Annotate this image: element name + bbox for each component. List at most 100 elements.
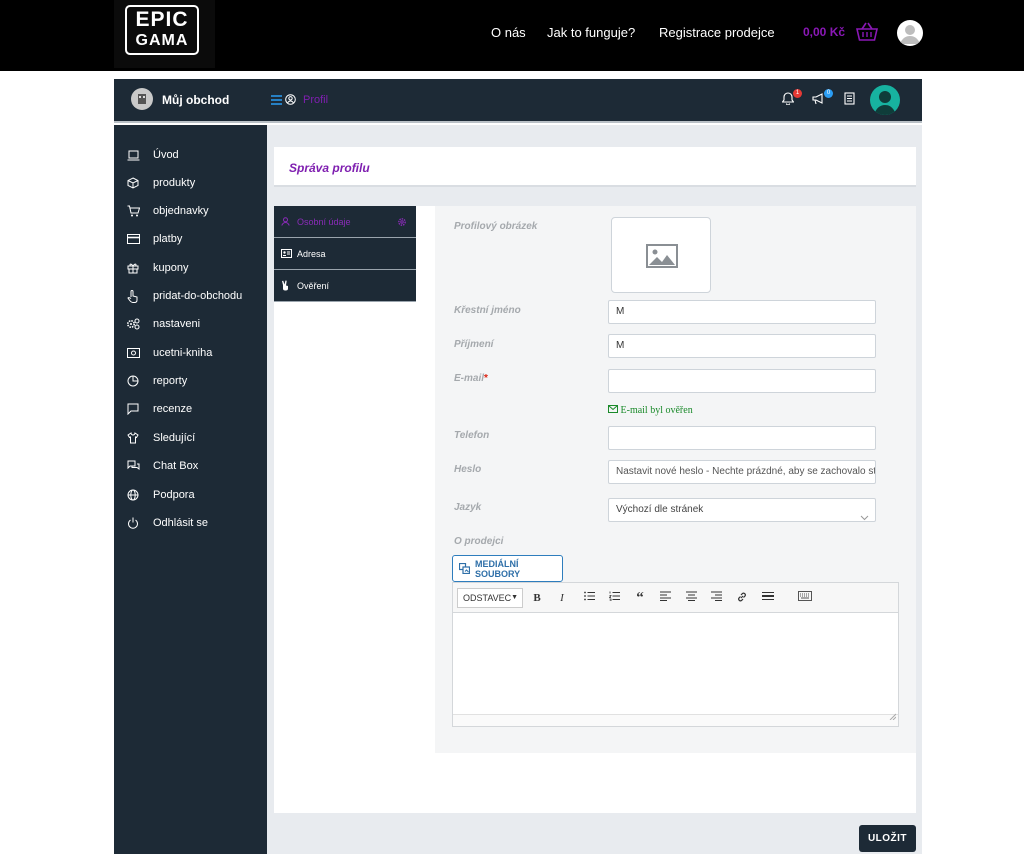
site-logo[interactable]: EPIC GAMA <box>125 5 199 55</box>
sidebar-item-coupons[interactable]: kupony <box>125 260 188 276</box>
basket-icon[interactable] <box>855 22 879 47</box>
phone-field[interactable] <box>608 426 876 450</box>
profile-image-label: Profilový obrázek <box>454 221 538 232</box>
sidebar-item-label: platby <box>153 233 183 245</box>
chat-icon <box>125 458 141 474</box>
bold-icon[interactable]: B <box>530 591 544 605</box>
site-topbar: EPIC GAMA O nás Jak to funguje? Registra… <box>0 0 1024 71</box>
bullet-list-icon[interactable] <box>582 591 596 605</box>
sidebar-item-label: objednavky <box>153 205 209 217</box>
sidebar-item-logout[interactable]: Odhlásit se <box>125 515 208 531</box>
resize-handle-icon[interactable] <box>889 707 897 725</box>
align-left-icon[interactable] <box>658 591 672 605</box>
announcement-badge: 0 <box>824 89 833 98</box>
globe-icon <box>125 487 141 503</box>
password-label: Heslo <box>454 464 482 475</box>
blockquote-icon[interactable]: “ <box>633 591 647 606</box>
phone-label: Telefon <box>454 430 490 441</box>
gift-icon <box>125 260 141 276</box>
shirt-icon <box>125 430 141 446</box>
link-icon[interactable] <box>735 591 749 605</box>
editor-statusbar <box>453 713 898 726</box>
tab-label: Adresa <box>297 248 326 259</box>
paragraph-format-select[interactable]: ODSTAVEC ▼ <box>457 588 523 608</box>
sidebar-item-home[interactable]: Úvod <box>125 147 179 163</box>
sidebar-item-chat-box[interactable]: Chat Box <box>125 458 198 474</box>
shop-avatar[interactable] <box>131 88 153 110</box>
profile-image-upload[interactable] <box>611 217 711 293</box>
hand-pointer-icon <box>125 288 141 304</box>
sidebar-item-products[interactable]: produkty <box>125 175 195 191</box>
image-placeholder-icon <box>646 244 678 273</box>
cart-total[interactable]: 0,00 Kč <box>803 25 845 39</box>
nav-link-about[interactable]: O nás <box>491 25 526 40</box>
about-seller-label: O prodejci <box>454 536 504 547</box>
nav-link-seller-registration[interactable]: Registrace prodejce <box>659 25 775 40</box>
comment-icon <box>125 401 141 417</box>
paragraph-format-value: ODSTAVEC <box>463 593 512 603</box>
language-select[interactable]: Výchozí dle stránek <box>608 498 876 522</box>
breadcrumb-profile[interactable]: Profil <box>303 94 328 106</box>
money-icon <box>125 345 141 361</box>
sidebar-item-accounting-book[interactable]: ucetni-kniha <box>125 345 212 361</box>
sidebar-item-orders[interactable]: objednavky <box>125 203 209 219</box>
media-files-label: MEDIÁLNÍ SOUBORY <box>475 558 521 579</box>
sidebar-item-support[interactable]: Podpora <box>125 487 195 503</box>
ledger-icon[interactable] <box>844 92 855 110</box>
tab-label: Osobní údaje <box>297 216 351 227</box>
tab-personal-info[interactable]: Osobní údaje <box>274 206 416 238</box>
sidebar-item-label: pridat-do-obchodu <box>153 290 243 302</box>
gear-icon <box>397 217 407 227</box>
sidebar-item-reviews[interactable]: recenze <box>125 401 192 417</box>
sidebar: Úvod produkty objednavky platby kupony p… <box>114 125 267 854</box>
language-select-value: Výchozí dle stránek <box>616 504 704 515</box>
chevron-down-icon <box>860 508 869 521</box>
save-button[interactable]: ULOŽIT <box>859 825 916 852</box>
sidebar-item-settings[interactable]: nastaveni <box>125 316 200 332</box>
sidebar-item-reports[interactable]: reporty <box>125 373 187 389</box>
menu-toggle-icon[interactable] <box>271 94 282 107</box>
user-circle-icon <box>285 94 296 108</box>
logo-line-2: GAMA <box>135 32 189 49</box>
language-label: Jazyk <box>454 502 482 513</box>
sidebar-item-followers[interactable]: Sledující <box>125 430 195 446</box>
last-name-field[interactable]: M <box>608 334 876 358</box>
media-icon <box>459 563 470 574</box>
pie-chart-icon <box>125 373 141 389</box>
italic-icon[interactable]: I <box>555 591 569 605</box>
power-icon <box>125 515 141 531</box>
first-name-field[interactable]: M <box>608 300 876 324</box>
horizontal-rule-icon[interactable] <box>761 591 775 605</box>
media-files-button[interactable]: MEDIÁLNÍ SOUBORY <box>452 555 563 582</box>
sidebar-item-label: recenze <box>153 403 193 415</box>
last-name-label: Příjmení <box>454 339 494 350</box>
numbered-list-icon[interactable] <box>607 591 621 605</box>
sidebar-item-label: reporty <box>153 375 188 387</box>
caret-down-icon: ▼ <box>511 594 518 601</box>
sidebar-item-payments[interactable]: platby <box>125 231 182 247</box>
email-verified-text: E-mail byl ověřen <box>620 405 693 416</box>
email-field[interactable] <box>608 369 876 393</box>
sidebar-item-label: Sledující <box>153 432 196 444</box>
tab-verification[interactable]: Ověření <box>274 270 416 302</box>
cart-icon <box>125 203 141 219</box>
shop-name: Můj obchod <box>162 93 230 107</box>
password-field[interactable]: Nastavit nové heslo - Nechte prázdné, ab… <box>608 460 876 484</box>
nav-link-how-it-works[interactable]: Jak to funguje? <box>547 25 635 40</box>
keyboard-icon[interactable] <box>798 591 812 605</box>
sidebar-item-add-to-store[interactable]: pridat-do-obchodu <box>125 288 242 304</box>
tab-address[interactable]: Adresa <box>274 238 416 270</box>
sidebar-item-label: produkty <box>153 177 196 189</box>
align-right-icon[interactable] <box>709 591 723 605</box>
peace-hand-icon <box>281 280 293 291</box>
required-marker: * <box>484 373 488 384</box>
sidebar-item-label: Úvod <box>153 149 179 161</box>
laptop-icon <box>125 147 141 163</box>
editor-toolbar: ODSTAVEC ▼ B I “ <box>453 583 898 613</box>
align-center-icon[interactable] <box>684 591 698 605</box>
profile-tabs: Osobní údaje Adresa Ověření <box>274 206 416 302</box>
user-avatar[interactable] <box>897 20 923 46</box>
header-avatar[interactable] <box>870 85 900 115</box>
email-label: E-mail* <box>454 373 488 384</box>
logo-line-1: EPIC <box>135 8 189 31</box>
